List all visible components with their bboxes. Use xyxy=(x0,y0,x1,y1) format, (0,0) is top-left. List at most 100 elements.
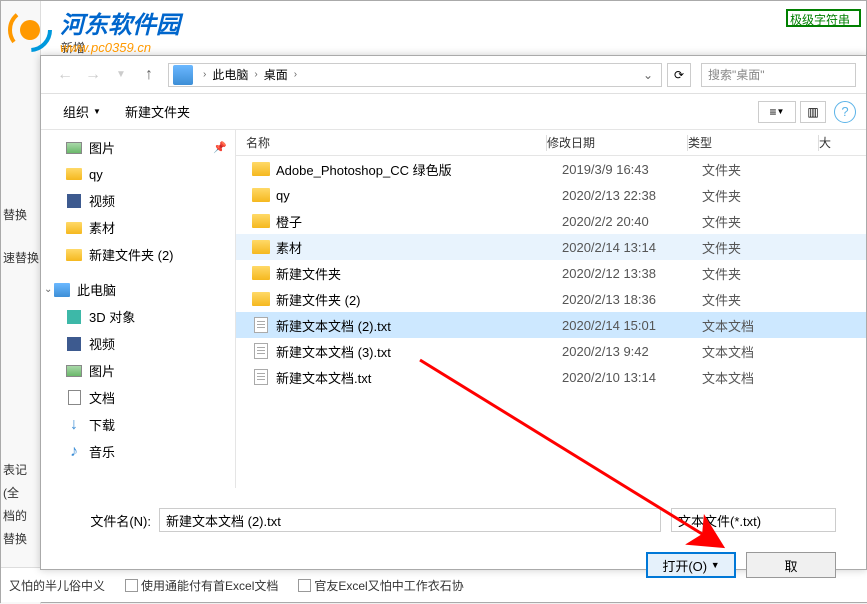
bg-left-label: 表记 xyxy=(3,461,27,478)
open-button[interactable]: 打开(O) ▼ xyxy=(646,552,736,578)
img-icon xyxy=(65,362,83,380)
txt-icon xyxy=(252,342,270,360)
folder-icon xyxy=(65,246,83,264)
column-date[interactable]: 修改日期 xyxy=(547,134,687,151)
watermark-title: 河东软件园 xyxy=(60,5,180,40)
bg-left-label: 替换 xyxy=(3,206,27,223)
folder-icon xyxy=(252,160,270,178)
bg-left-label: (全 xyxy=(3,484,19,501)
file-name: 新建文本文档.txt xyxy=(276,368,562,387)
nav-up-button[interactable]: ↑ xyxy=(135,61,163,89)
sidebar-item-label: 图片 xyxy=(89,138,115,157)
toolbar: 组织▼ 新建文件夹 ≡ ▼ ▥ ? xyxy=(41,94,866,130)
sidebar-item-label: 视频 xyxy=(89,334,115,353)
sidebar-this-pc[interactable]: ⌄ 此电脑 xyxy=(41,276,235,303)
search-input[interactable]: 搜索"桌面" xyxy=(701,63,856,87)
music-icon xyxy=(65,443,83,461)
file-name: 素材 xyxy=(276,238,562,257)
file-name: qy xyxy=(276,188,562,203)
file-date: 2020/2/13 18:36 xyxy=(562,292,702,307)
file-list-header: 名称 修改日期 类型 大 xyxy=(236,130,866,156)
file-type: 文件夹 xyxy=(702,238,832,257)
folder-icon xyxy=(252,238,270,256)
nav-forward-button[interactable]: → xyxy=(79,61,107,89)
file-date: 2020/2/14 15:01 xyxy=(562,318,702,333)
file-row[interactable]: 新建文本文档 (2).txt2020/2/14 15:01文本文档 xyxy=(236,312,866,338)
file-type: 文件夹 xyxy=(702,186,832,205)
sidebar-item-label: qy xyxy=(89,167,103,182)
sidebar-item-label: 素材 xyxy=(89,218,115,237)
folder-icon xyxy=(252,264,270,282)
file-date: 2019/3/9 16:43 xyxy=(562,162,702,177)
column-type[interactable]: 类型 xyxy=(688,134,818,151)
organize-button[interactable]: 组织▼ xyxy=(51,98,113,125)
new-folder-button[interactable]: 新建文件夹 xyxy=(113,98,202,125)
chevron-right-icon: › xyxy=(294,69,297,80)
file-name: 新建文件夹 (2) xyxy=(276,290,562,309)
crumb-desktop[interactable]: 桌面 xyxy=(264,66,288,83)
sidebar-item[interactable]: 图片 xyxy=(41,357,235,384)
file-date: 2020/2/13 22:38 xyxy=(562,188,702,203)
file-type: 文本文档 xyxy=(702,342,832,361)
sidebar-item-label: 音乐 xyxy=(89,442,115,461)
txt-icon xyxy=(252,368,270,386)
sidebar-item[interactable]: 新建文件夹 (2) xyxy=(41,241,235,268)
file-type: 文件夹 xyxy=(702,160,832,179)
file-row[interactable]: 新建文本文档.txt2020/2/10 13:14文本文档 xyxy=(236,364,866,390)
sidebar: 图片📌qy视频素材新建文件夹 (2) ⌄ 此电脑 3D 对象视频图片文档下载音乐 xyxy=(41,130,236,488)
cancel-button[interactable]: 取 xyxy=(746,552,836,578)
bg-left-label: 档的 xyxy=(3,507,27,524)
folder-icon xyxy=(252,290,270,308)
file-row[interactable]: 新建文件夹 (2)2020/2/13 18:36文件夹 xyxy=(236,286,866,312)
file-type: 文件夹 xyxy=(702,212,832,231)
crumb-pc[interactable]: 此电脑 xyxy=(212,66,248,83)
file-name: 橙子 xyxy=(276,212,562,231)
sidebar-item[interactable]: 视频 xyxy=(41,187,235,214)
folder-icon xyxy=(65,219,83,237)
nav-recent-button[interactable]: ▼ xyxy=(107,61,135,89)
nav-back-button[interactable]: ← xyxy=(51,61,79,89)
folder-icon xyxy=(65,165,83,183)
file-name: 新建文本文档 (2).txt xyxy=(276,316,562,335)
sidebar-item[interactable]: 3D 对象 xyxy=(41,303,235,330)
file-type: 文本文档 xyxy=(702,368,832,387)
watermark: 河东软件园 www.pc0359.cn xyxy=(5,5,180,55)
file-row[interactable]: qy2020/2/13 22:38文件夹 xyxy=(236,182,866,208)
filetype-select[interactable]: 文本文件(*.txt) xyxy=(671,508,836,532)
file-date: 2020/2/2 20:40 xyxy=(562,214,702,229)
file-date: 2020/2/14 13:14 xyxy=(562,240,702,255)
img-icon xyxy=(65,139,83,157)
chevron-right-icon: › xyxy=(254,69,257,80)
filename-input[interactable] xyxy=(159,508,661,532)
sidebar-item[interactable]: 素材 xyxy=(41,214,235,241)
column-name[interactable]: 名称 xyxy=(236,134,546,151)
column-size[interactable]: 大 xyxy=(819,134,859,151)
filename-label: 文件名(N): xyxy=(71,511,151,530)
file-open-dialog: ← → ▼ ↑ › 此电脑 › 桌面 › ⌄ ⟳ 搜索"桌面" 组织▼ 新建文件… xyxy=(40,55,867,570)
doc-icon xyxy=(65,389,83,407)
file-row[interactable]: Adobe_Photoshop_CC 绿色版2019/3/9 16:43文件夹 xyxy=(236,156,866,182)
bg-left-label: 速替换 xyxy=(3,249,39,266)
sidebar-item[interactable]: 音乐 xyxy=(41,438,235,465)
breadcrumb-dropdown[interactable]: ⌄ xyxy=(635,68,661,82)
sidebar-item[interactable]: 下载 xyxy=(41,411,235,438)
expand-icon[interactable]: ⌄ xyxy=(44,284,52,295)
sidebar-item[interactable]: qy xyxy=(41,161,235,187)
file-list: Adobe_Photoshop_CC 绿色版2019/3/9 16:43文件夹q… xyxy=(236,156,866,488)
sidebar-item-label: 3D 对象 xyxy=(89,307,135,326)
file-row[interactable]: 素材2020/2/14 13:14文件夹 xyxy=(236,234,866,260)
refresh-button[interactable]: ⟳ xyxy=(667,63,691,87)
folder-icon xyxy=(252,186,270,204)
file-row[interactable]: 新建文件夹2020/2/12 13:38文件夹 xyxy=(236,260,866,286)
sidebar-item[interactable]: 图片📌 xyxy=(41,134,235,161)
view-options-button[interactable]: ≡ ▼ xyxy=(758,101,796,123)
sidebar-item[interactable]: 文档 xyxy=(41,384,235,411)
sidebar-item-label: 视频 xyxy=(89,191,115,210)
file-row[interactable]: 橙子2020/2/2 20:40文件夹 xyxy=(236,208,866,234)
sidebar-item-label: 文档 xyxy=(89,388,115,407)
preview-pane-button[interactable]: ▥ xyxy=(800,101,826,123)
sidebar-item[interactable]: 视频 xyxy=(41,330,235,357)
help-button[interactable]: ? xyxy=(834,101,856,123)
file-row[interactable]: 新建文本文档 (3).txt2020/2/13 9:42文本文档 xyxy=(236,338,866,364)
breadcrumb[interactable]: › 此电脑 › 桌面 › ⌄ xyxy=(168,63,662,87)
